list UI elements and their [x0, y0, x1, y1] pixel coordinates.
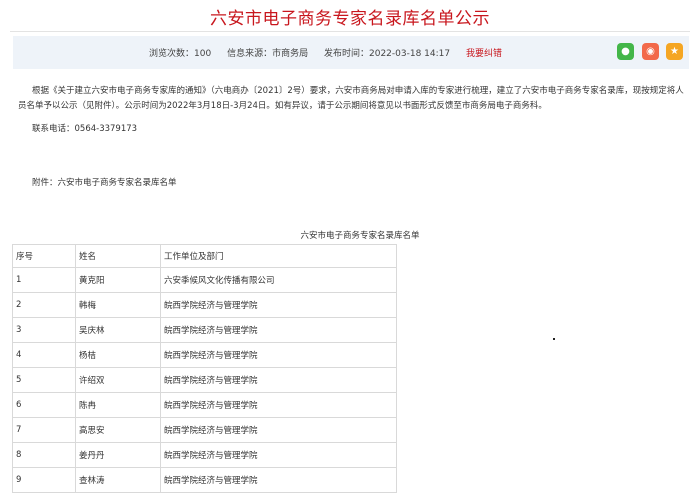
row-index: 1: [12, 267, 76, 293]
page-title: 六安市电子商务专家名录库名单公示: [210, 9, 490, 29]
row-name: 查林涛: [75, 467, 161, 493]
weibo-icon: ◉: [646, 46, 655, 57]
row-name: 吴庆林: [75, 317, 161, 343]
table-row: 2 韩梅 皖西学院经济与管理学院: [12, 292, 397, 318]
row-organization: 皖西学院经济与管理学院: [160, 342, 397, 368]
table-row: 3 吴庆林 皖西学院经济与管理学院: [12, 317, 397, 343]
row-name: 陈冉: [75, 392, 161, 418]
favorite-button[interactable]: ★: [666, 43, 683, 60]
table-row: 1 黄克阳 六安季候风文化传播有限公司: [12, 267, 397, 293]
wechat-share-button[interactable]: ●: [617, 43, 634, 60]
source-label: 信息来源：: [227, 49, 273, 59]
attachment-link[interactable]: 附件：六安市电子商务专家名录库名单: [32, 176, 177, 188]
row-organization: 皖西学院经济与管理学院: [160, 292, 397, 318]
table-header-row: 序号 姓名 工作单位及部门: [12, 244, 397, 268]
row-organization: 皖西学院经济与管理学院: [160, 317, 397, 343]
table-row: 6 陈冉 皖西学院经济与管理学院: [12, 392, 397, 418]
row-name: 高思安: [75, 417, 161, 443]
row-name: 许绍双: [75, 367, 161, 393]
table-row: 7 高思安 皖西学院经济与管理学院: [12, 417, 397, 443]
header-organization: 工作单位及部门: [160, 244, 397, 268]
info-source: 市商务局: [272, 49, 309, 59]
article-paragraph: 根据《关于建立六安市电子商务专家库的通知》（六电商办〔2021〕2号）要求，六安…: [18, 86, 684, 111]
table-row: 8 姜丹丹 皖西学院经济与管理学院: [12, 442, 397, 468]
view-count: 100: [194, 49, 212, 59]
header-index: 序号: [12, 244, 76, 268]
star-icon: ★: [670, 46, 679, 57]
contact-phone: 联系电话：0564-3379173: [32, 124, 138, 134]
article-meta-bar: 浏览次数：100 信息来源：市商务局 发布时间：2022-03-18 14:17…: [13, 36, 689, 69]
row-index: 7: [12, 417, 76, 443]
publish-time-label: 发布时间：: [323, 49, 369, 59]
title-divider: [10, 31, 690, 32]
row-index: 9: [12, 467, 76, 493]
row-index: 4: [12, 342, 76, 368]
row-organization: 六安季候风文化传播有限公司: [160, 267, 397, 293]
stray-dot: [553, 338, 555, 340]
row-index: 2: [12, 292, 76, 318]
row-name: 韩梅: [75, 292, 161, 318]
header-name: 姓名: [75, 244, 161, 268]
publish-time: 2022-03-18 14:17: [369, 49, 451, 59]
row-index: 5: [12, 367, 76, 393]
report-error-link[interactable]: 我要纠错: [466, 46, 502, 59]
views-label: 浏览次数：: [149, 49, 195, 59]
table-row: 9 查林涛 皖西学院经济与管理学院: [12, 467, 397, 493]
row-name: 杨桔: [75, 342, 161, 368]
row-organization: 皖西学院经济与管理学院: [160, 417, 397, 443]
row-index: 8: [12, 442, 76, 468]
row-organization: 皖西学院经济与管理学院: [160, 442, 397, 468]
wechat-icon: ●: [621, 46, 630, 57]
row-organization: 皖西学院经济与管理学院: [160, 367, 397, 393]
expert-roster-table: 序号 姓名 工作单位及部门 1 黄克阳 六安季候风文化传播有限公司 2 韩梅 皖西学院经…: [12, 244, 397, 493]
row-organization: 皖西学院经济与管理学院: [160, 392, 397, 418]
table-caption: 六安市电子商务专家名录库名单: [300, 231, 420, 241]
row-name: 黄克阳: [75, 267, 161, 293]
table-row: 5 许绍双 皖西学院经济与管理学院: [12, 367, 397, 393]
row-organization: 皖西学院经济与管理学院: [160, 467, 397, 493]
row-name: 姜丹丹: [75, 442, 161, 468]
weibo-share-button[interactable]: ◉: [642, 43, 659, 60]
article-meta: 浏览次数：100 信息来源：市商务局 发布时间：2022-03-18 14:17…: [149, 46, 502, 59]
row-index: 3: [12, 317, 76, 343]
table-row: 4 杨桔 皖西学院经济与管理学院: [12, 342, 397, 368]
row-index: 6: [12, 392, 76, 418]
